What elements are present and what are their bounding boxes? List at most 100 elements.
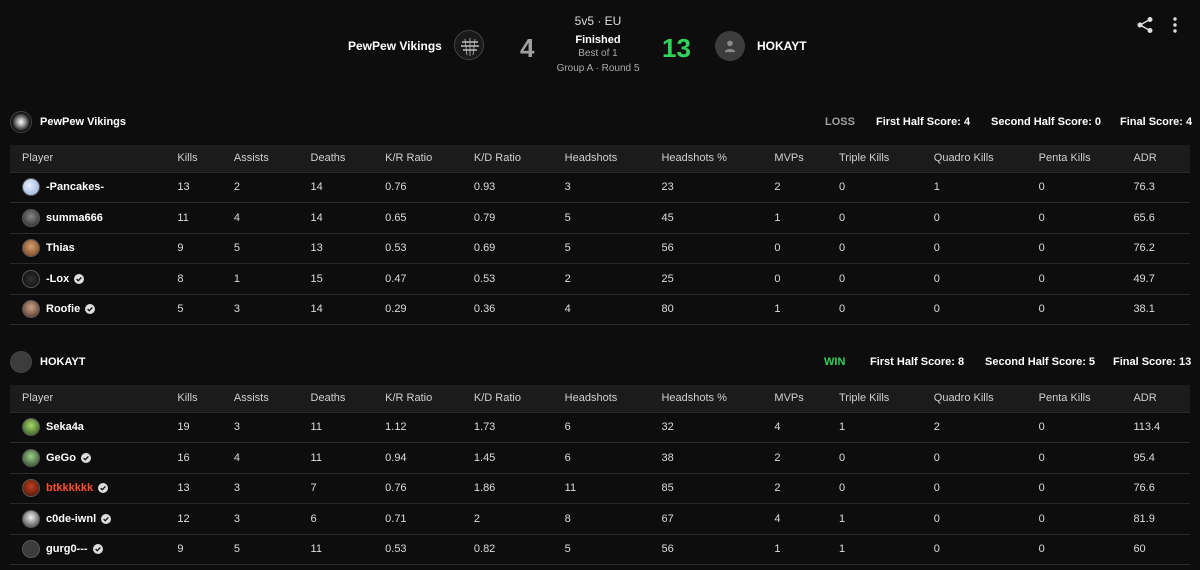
player-name[interactable]: Roofie	[46, 303, 80, 315]
avatar[interactable]	[22, 178, 40, 197]
table-row: btkkkkkk 13 3 7 0.76 1.86 11 85 2 0 0 0 76.6	[10, 473, 1190, 504]
stat-cell: 0.76	[385, 172, 474, 203]
player-name[interactable]: summa666	[46, 212, 103, 224]
player-name[interactable]: gurg0---	[46, 543, 88, 555]
stat-cell: 6	[310, 503, 386, 535]
table-row: gurg0--- 9 5 11 0.53 0.82 5 56 1 1 0 0 60	[10, 534, 1190, 565]
column-header[interactable]: Triple Kills	[838, 385, 934, 413]
player-name[interactable]: btkkkkkk	[46, 482, 93, 494]
stat-cell: 0.36	[473, 294, 565, 325]
stat-cell: 32	[661, 412, 775, 443]
table-row: GeGo 16 4 11 0.94 1.45 6 38 2 0 0 0 95.4	[10, 442, 1190, 474]
column-header[interactable]: K/R Ratio	[385, 385, 474, 413]
player-name[interactable]: GeGo	[46, 452, 76, 464]
avatar[interactable]	[22, 300, 40, 319]
team-name[interactable]: PewPew Vikings	[40, 116, 126, 128]
stat-cell: 2	[774, 442, 839, 474]
column-header[interactable]: Kills	[177, 385, 234, 413]
stat-cell: 1	[233, 263, 311, 295]
stat-cell: 5	[564, 202, 662, 234]
stat-cell: 0	[1038, 233, 1134, 264]
column-header[interactable]: Headshots %	[661, 145, 775, 173]
column-header[interactable]: Headshots	[564, 385, 662, 413]
stat-cell: 0	[933, 503, 1039, 535]
stat-cell: 38	[661, 442, 775, 474]
stat-cell: 13	[310, 233, 386, 264]
column-header[interactable]: ADR	[1133, 385, 1190, 413]
stat-cell: 0	[933, 202, 1039, 234]
column-header[interactable]: Triple Kills	[838, 145, 934, 173]
avatar[interactable]	[22, 479, 40, 498]
avatar[interactable]	[22, 540, 40, 559]
stat-cell: 0	[838, 202, 934, 234]
column-header[interactable]: Penta Kills	[1038, 145, 1134, 173]
column-header[interactable]: Kills	[177, 145, 234, 173]
column-header[interactable]: Player	[10, 145, 178, 173]
column-header[interactable]: Deaths	[310, 145, 386, 173]
more-vert-icon[interactable]	[1168, 16, 1182, 34]
stat-cell: 0	[1038, 534, 1134, 565]
player-name[interactable]: Thias	[46, 242, 75, 254]
column-header[interactable]: MVPs	[774, 145, 839, 173]
stat-cell: 12	[177, 503, 234, 535]
column-header[interactable]: Player	[10, 385, 178, 413]
stat-cell: 1	[774, 202, 839, 234]
player-name[interactable]: c0de-iwnl	[46, 513, 96, 525]
column-header[interactable]: Deaths	[310, 385, 386, 413]
team-name[interactable]: HOKAYT	[40, 356, 85, 368]
team-left-score: 4	[520, 33, 535, 63]
table-header-row: Player Kills Assists Deaths K/R Ratio K/D Rat…	[10, 145, 1190, 173]
stat-cell: 0.82	[473, 534, 565, 565]
stat-cell: 25	[661, 263, 775, 295]
player-name[interactable]: -Pancakes-	[46, 181, 104, 193]
team-logo[interactable]	[10, 111, 32, 133]
column-header[interactable]: Quadro Kills	[933, 145, 1039, 173]
stat-cell: 2	[473, 503, 565, 535]
stat-cell: 6	[564, 442, 662, 474]
final-score: Final Score: 13	[1113, 356, 1192, 368]
avatar[interactable]	[22, 269, 40, 288]
stat-cell: 0	[1038, 412, 1134, 443]
avatar[interactable]	[22, 239, 40, 258]
vikings-logo-icon	[455, 31, 483, 59]
final-score: Final Score: 4	[1120, 116, 1193, 128]
team-right-score: 13	[662, 33, 691, 63]
column-header[interactable]: K/R Ratio	[385, 145, 474, 173]
stat-cell: 0	[774, 263, 839, 295]
stat-cell: 76.6	[1133, 473, 1190, 504]
team-right-logo[interactable]	[715, 31, 745, 61]
team-logo[interactable]	[10, 351, 32, 373]
avatar[interactable]	[22, 208, 40, 227]
stat-cell: 23	[661, 172, 775, 203]
column-header[interactable]: Headshots	[564, 145, 662, 173]
stat-cell: 0	[838, 473, 934, 504]
team-left-logo[interactable]	[454, 30, 484, 60]
column-header[interactable]: Assists	[233, 145, 311, 173]
column-header[interactable]: Quadro Kills	[933, 385, 1039, 413]
avatar[interactable]	[22, 418, 40, 437]
table-row: Seka4a 19 3 11 1.12 1.73 6 32 4 1 2 0 113.4	[10, 412, 1190, 443]
avatar[interactable]	[22, 509, 40, 528]
stat-cell: 2	[774, 473, 839, 504]
column-header[interactable]: MVPs	[774, 385, 839, 413]
stat-cell: 11	[310, 442, 386, 474]
stat-cell: 113.4	[1133, 412, 1190, 443]
stat-cell: 45	[661, 202, 775, 234]
column-header[interactable]: K/D Ratio	[473, 145, 565, 173]
stat-cell: 11	[564, 473, 662, 504]
player-name[interactable]: -Lox	[46, 273, 69, 285]
stat-cell: 0.53	[385, 534, 474, 565]
stat-cell: 4	[233, 202, 311, 234]
share-icon[interactable]	[1136, 16, 1154, 34]
player-name[interactable]: Seka4a	[46, 421, 84, 433]
column-header[interactable]: K/D Ratio	[473, 385, 565, 413]
column-header[interactable]: Headshots %	[661, 385, 775, 413]
team-right-name[interactable]: HOKAYT	[757, 39, 807, 53]
column-header[interactable]: Assists	[233, 385, 311, 413]
stat-cell: 0	[1038, 263, 1134, 295]
column-header[interactable]: ADR	[1133, 145, 1190, 173]
team-left-name[interactable]: PewPew Vikings	[348, 39, 442, 53]
avatar[interactable]	[22, 448, 40, 467]
stat-cell: 8	[564, 503, 662, 535]
column-header[interactable]: Penta Kills	[1038, 385, 1134, 413]
